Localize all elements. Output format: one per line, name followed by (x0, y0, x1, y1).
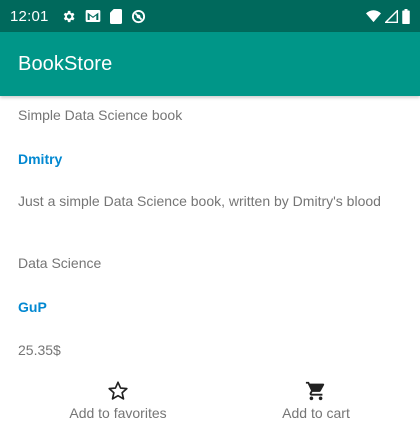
book-publisher: GuP (18, 299, 47, 315)
star-outline-icon (107, 380, 129, 402)
book-author: Dmitry (18, 151, 63, 167)
status-icons-right (366, 8, 410, 24)
add-to-favorites-button[interactable]: Add to favorites (38, 380, 198, 421)
wifi-icon (366, 9, 381, 23)
status-icons-left (61, 8, 146, 24)
book-price: 25.35$ (18, 342, 61, 358)
app-bar: BookStore (0, 32, 420, 96)
book-genre: Data Science (18, 255, 102, 271)
settings-icon (61, 9, 76, 24)
sd-card-icon (109, 8, 122, 24)
add-to-cart-label: Add to cart (282, 405, 350, 421)
add-to-favorites-label: Add to favorites (69, 405, 167, 421)
add-to-cart-button[interactable]: Add to cart (236, 380, 396, 421)
shopping-cart-icon (305, 380, 327, 402)
signal-icon (385, 9, 398, 23)
status-time: 12:01 (10, 7, 49, 25)
status-bar: 12:01 (0, 0, 420, 32)
book-description: Just a simple Data Science book, written… (18, 193, 381, 209)
battery-icon (402, 8, 410, 24)
do-not-disturb-icon (131, 9, 146, 24)
gmail-icon (85, 9, 101, 23)
book-title: Simple Data Science book (18, 107, 183, 123)
action-bar: Add to favorites Add to cart (0, 380, 420, 424)
app-title: BookStore (18, 52, 113, 75)
